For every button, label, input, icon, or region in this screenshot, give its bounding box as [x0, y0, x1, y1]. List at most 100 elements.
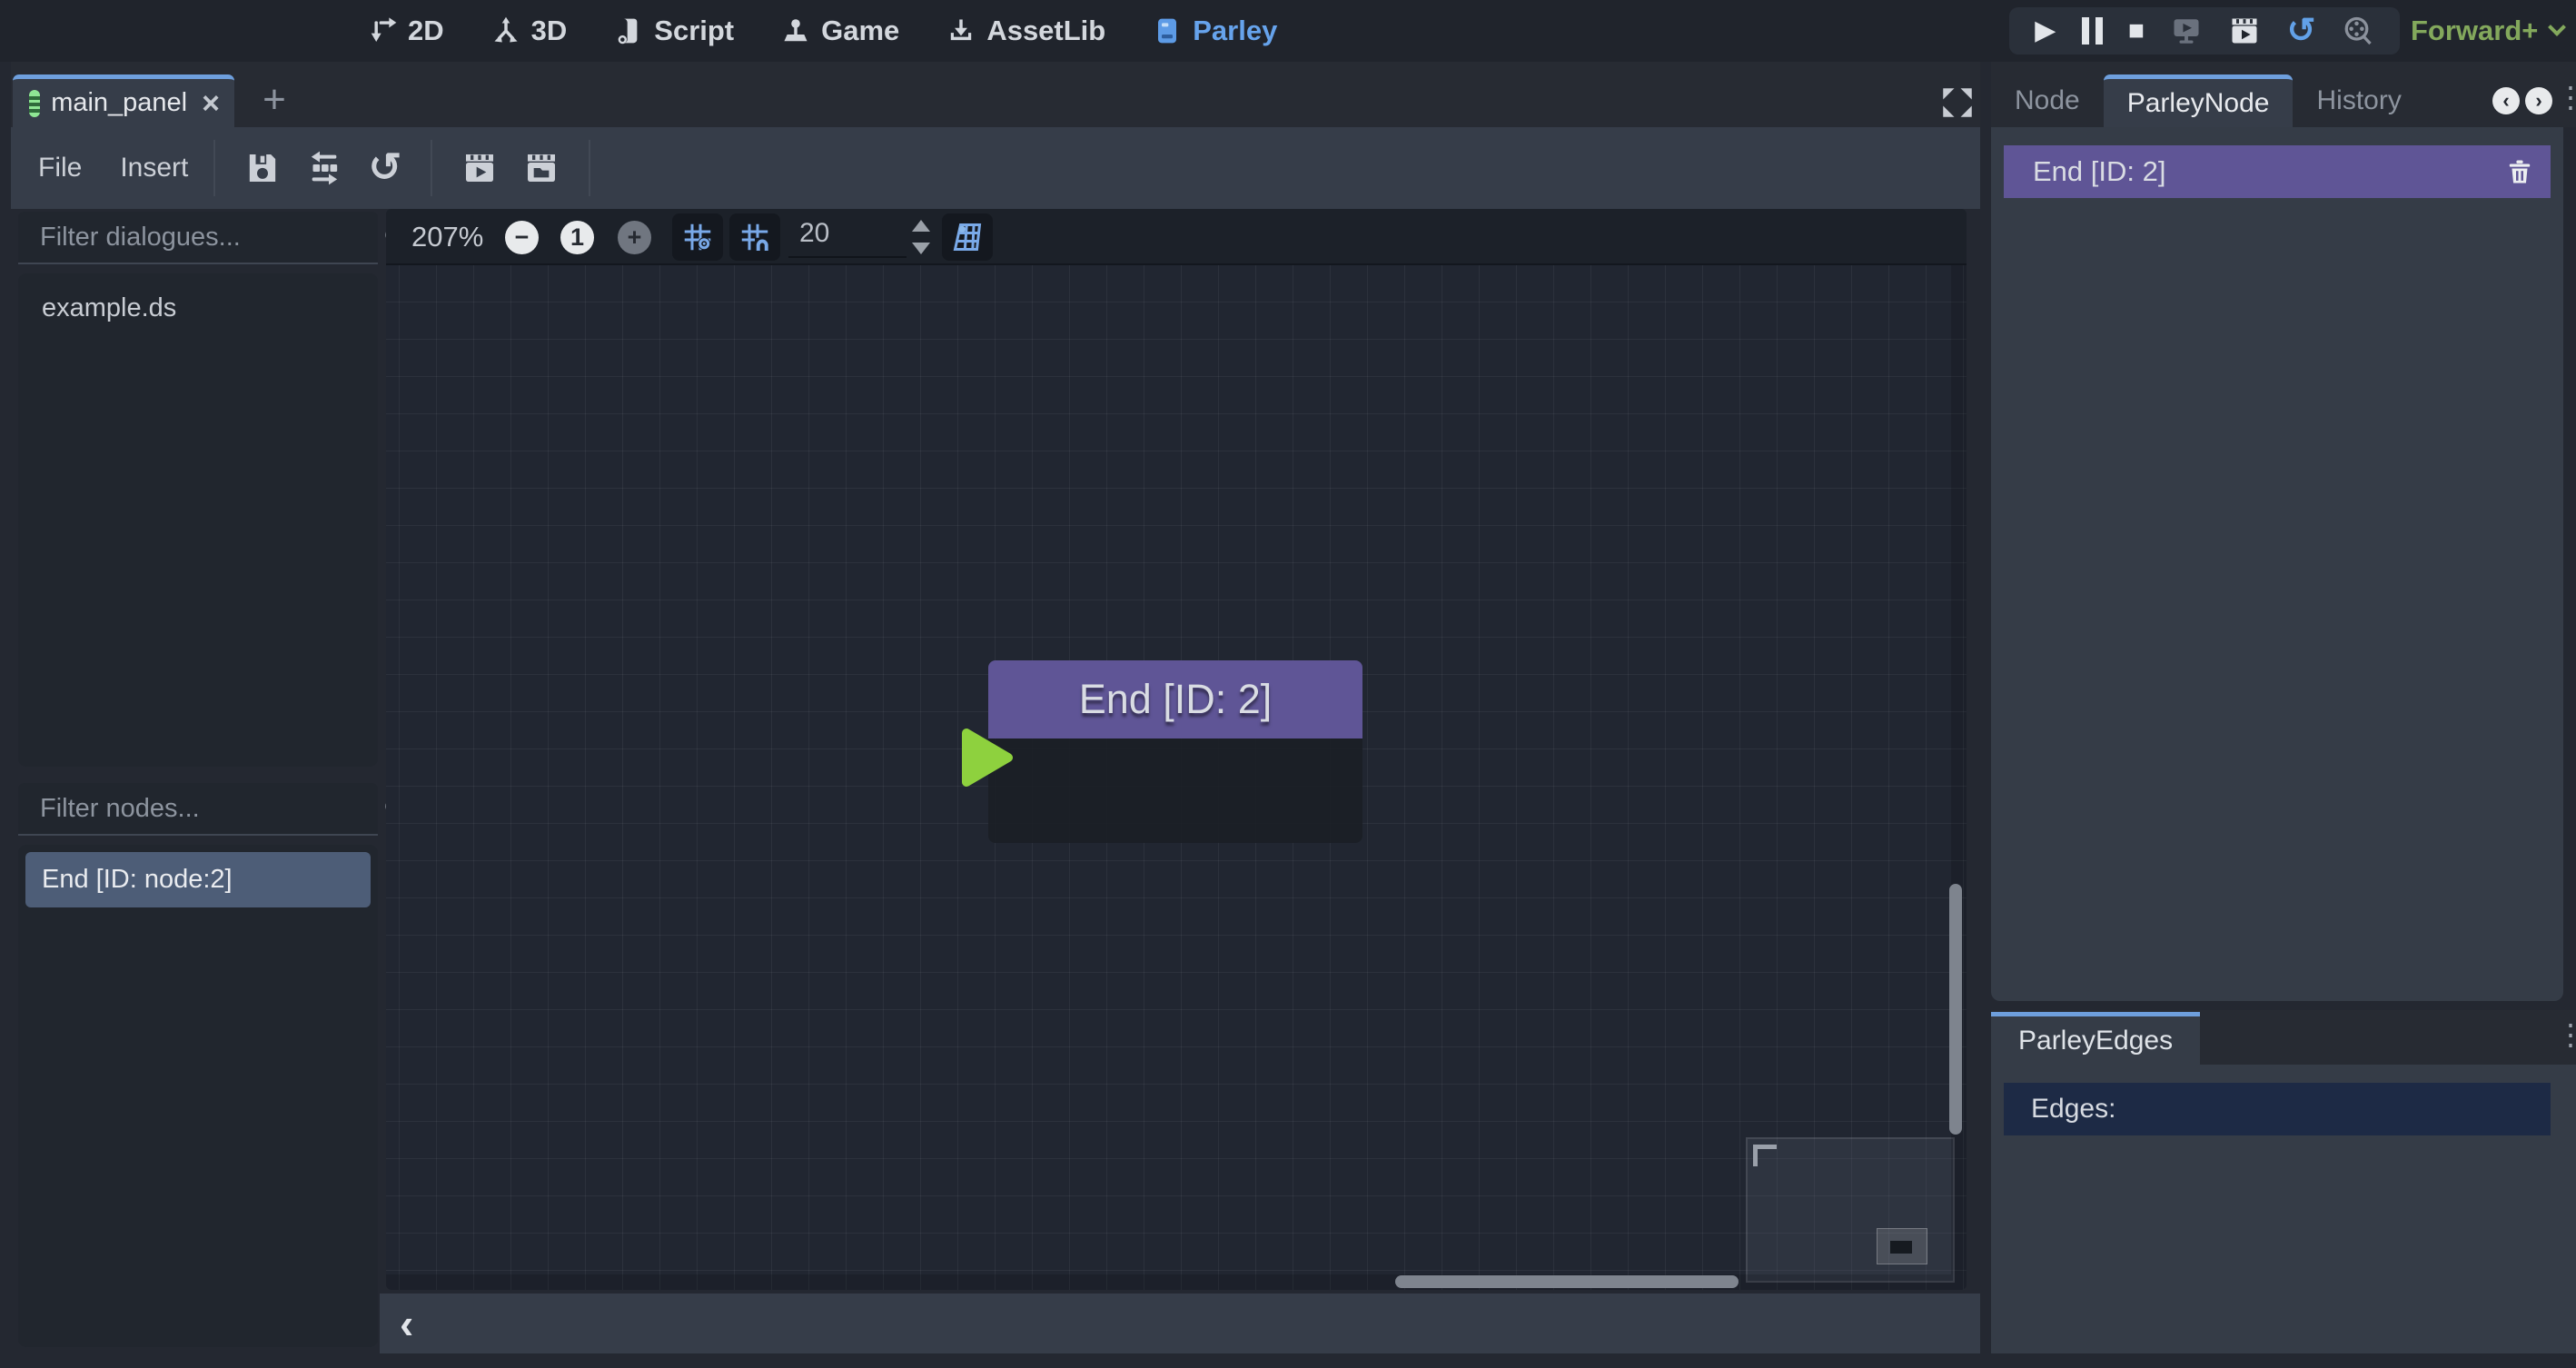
workspace-label: Script	[654, 15, 734, 47]
workspace-label: Game	[821, 15, 899, 47]
parley-toolbar: File Insert ↺	[11, 127, 1980, 209]
dialogue-item[interactable]: example.ds	[25, 281, 371, 336]
scene-tab-bar: main_panel × +	[11, 62, 1980, 127]
inspector-node-header: End [ID: 2]	[2004, 145, 2551, 198]
bottom-panel-bar: ‹	[380, 1294, 1980, 1353]
movie-maker-icon[interactable]	[2342, 15, 2374, 47]
zoom-percent-label: 207%	[411, 221, 483, 253]
edges-menu-dots-icon[interactable]: ⋮	[2556, 1017, 2576, 1052]
edges-section-label: Edges:	[2004, 1083, 2551, 1135]
graph-canvas[interactable]: 207% − 1 + 20 End [ID: 2]	[386, 209, 1967, 1290]
zoom-out-button[interactable]: −	[505, 221, 539, 254]
download-assetlib-icon	[946, 16, 976, 45]
edges-tab-band: ParleyEdges	[1991, 1010, 2576, 1065]
input-port-icon[interactable]	[961, 728, 1016, 788]
tab-main-panel[interactable]: main_panel ×	[13, 74, 234, 127]
zoom-in-button[interactable]: +	[618, 221, 651, 254]
minimap-node-marker	[1890, 1241, 1912, 1254]
separator	[431, 140, 432, 196]
history-back-icon[interactable]: ‹	[2492, 87, 2520, 114]
collapse-sidebar-icon[interactable]: ‹	[400, 1303, 413, 1344]
workspace-label: 2D	[408, 15, 444, 47]
joystick-game-icon	[781, 16, 810, 45]
workspace-switcher: 2D 3D Script Game	[368, 0, 1277, 62]
snap-grid-icon[interactable]	[729, 213, 780, 261]
separator	[213, 140, 215, 196]
top-bar: 2D 3D Script Game	[0, 0, 2576, 62]
stop-button[interactable]: ■	[2128, 17, 2145, 45]
close-icon[interactable]: ×	[202, 88, 220, 119]
tab-parleynode[interactable]: ParleyNode	[2104, 74, 2294, 127]
dock-tabs: Node ParleyNode History	[1991, 74, 2425, 127]
dialogues-list: example.ds	[18, 273, 378, 767]
nodes-filter	[18, 783, 378, 836]
spinner-down-icon[interactable]	[912, 243, 930, 254]
vertical-scrollbar[interactable]	[1949, 884, 1962, 1135]
separator	[589, 140, 590, 196]
expand-icon[interactable]	[1938, 84, 1977, 122]
arrange-nodes-icon[interactable]	[306, 150, 342, 186]
graph-node-title[interactable]: End [ID: 2]	[988, 660, 1362, 739]
workspace-script-button[interactable]: Script	[614, 15, 734, 47]
test-dialogue-icon[interactable]	[461, 150, 498, 186]
nodes-list: End [ID: node:2]	[18, 845, 378, 1347]
playback-controls: ▶ ■ ↺	[2009, 7, 2400, 55]
workspace-3d-button[interactable]: 3D	[491, 15, 568, 47]
window-bottom-edge	[0, 1353, 2576, 1368]
tab-parleyedges[interactable]: ParleyEdges	[1991, 1012, 2200, 1065]
workspace-parley-button[interactable]: Parley	[1153, 15, 1277, 47]
renderer-label: Forward+	[2411, 15, 2538, 47]
minimap-corner-icon	[1753, 1145, 1777, 1166]
script-scroll-icon	[614, 16, 643, 45]
spinner-up-icon[interactable]	[912, 220, 930, 232]
workspace-assetlib-button[interactable]: AssetLib	[946, 15, 1105, 47]
grid-size-input[interactable]: 20	[788, 218, 907, 258]
axes-3d-icon	[491, 16, 520, 45]
save-icon[interactable]	[244, 150, 281, 186]
inspector-node-title: End [ID: 2]	[2004, 155, 2505, 188]
play-button[interactable]: ▶	[2035, 17, 2056, 45]
add-tab-button[interactable]: +	[254, 76, 294, 124]
tab-node[interactable]: Node	[1991, 74, 2104, 127]
move-2d-icon	[368, 16, 397, 45]
parleynode-inspector: End [ID: 2]	[1991, 127, 2563, 1001]
workspace-label: 3D	[531, 15, 568, 47]
test-dialogue-from-file-icon[interactable]	[523, 150, 560, 186]
delete-node-icon[interactable]	[2505, 157, 2534, 186]
history-forward-icon[interactable]: ›	[2525, 87, 2552, 114]
workspace-label: Parley	[1193, 15, 1277, 47]
horizontal-scrollbar[interactable]	[1395, 1275, 1739, 1288]
graph-node-body	[988, 739, 1362, 843]
tab-history[interactable]: History	[2293, 74, 2424, 127]
node-list-item[interactable]: End [ID: node:2]	[25, 852, 371, 907]
panel-scene-icon	[29, 90, 40, 117]
workspace-game-button[interactable]: Game	[781, 15, 899, 47]
workspace-2d-button[interactable]: 2D	[368, 15, 444, 47]
nodes-filter-input[interactable]	[18, 794, 382, 824]
insert-menu[interactable]: Insert	[111, 153, 197, 183]
reload-icon[interactable]: ↺	[2287, 14, 2316, 48]
graph-toolbar: 207% − 1 + 20	[386, 209, 1967, 265]
toggle-minimap-icon[interactable]	[942, 213, 993, 261]
file-menu[interactable]: File	[29, 153, 91, 183]
parleyedges-panel: Edges:	[1991, 1065, 2576, 1355]
pause-button[interactable]	[2082, 17, 2103, 45]
dialogues-filter-input[interactable]	[18, 223, 382, 253]
undo-icon[interactable]: ↺	[368, 150, 401, 186]
chevron-down-icon	[2549, 18, 2567, 36]
grid-size-spinner[interactable]	[909, 216, 933, 258]
toggle-grid-icon[interactable]	[672, 213, 723, 261]
graph-node-end[interactable]: End [ID: 2]	[988, 660, 1362, 843]
dialogues-filter	[18, 212, 378, 264]
tab-title: main_panel	[51, 88, 187, 118]
minimap-viewport[interactable]	[1877, 1228, 1927, 1264]
dock-menu-dots-icon[interactable]: ⋮	[2556, 80, 2576, 114]
zoom-reset-button[interactable]: 1	[560, 221, 594, 254]
run-current-scene-icon[interactable]	[2170, 15, 2203, 47]
run-specific-scene-icon[interactable]	[2228, 15, 2261, 47]
godot-editor-window: 2D 3D Script Game	[0, 0, 2576, 1368]
graph-minimap[interactable]	[1746, 1137, 1955, 1283]
parley-logo-icon	[1153, 16, 1182, 45]
workspace-label: AssetLib	[986, 15, 1105, 47]
renderer-dropdown[interactable]: Forward+	[2411, 0, 2563, 62]
